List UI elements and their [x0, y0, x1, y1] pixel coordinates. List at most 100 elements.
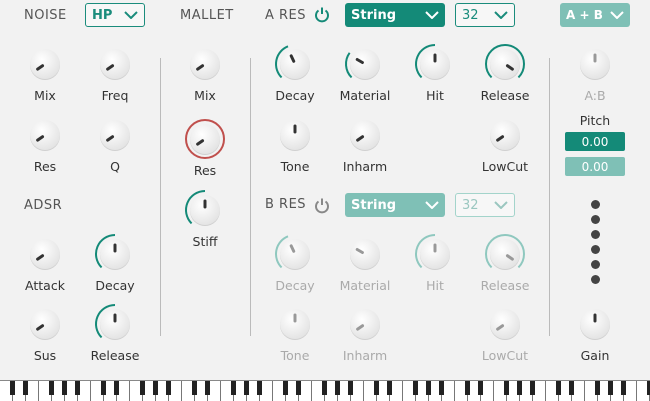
knob-dial-icon[interactable] [483, 302, 527, 346]
knob-b-decay[interactable]: Decay [265, 232, 325, 302]
black-key[interactable] [257, 381, 262, 395]
black-key[interactable] [621, 381, 626, 395]
black-key[interactable] [413, 381, 418, 395]
knob-sus[interactable]: Sus [15, 302, 75, 372]
a-res-type-select[interactable]: String [345, 3, 445, 27]
knob-b-tone[interactable]: Tone [265, 302, 325, 372]
knob-release[interactable]: Release [85, 302, 145, 372]
knob-dial-icon[interactable] [343, 232, 387, 276]
knob-dial-icon[interactable] [273, 302, 317, 346]
knob-dial-icon[interactable] [273, 113, 317, 157]
black-key[interactable] [322, 381, 327, 395]
knob-gain[interactable]: Gain [565, 302, 625, 372]
knob-dial-icon[interactable] [23, 42, 67, 86]
pitch-fine-value[interactable]: 0.00 [565, 157, 625, 176]
black-key[interactable] [504, 381, 509, 395]
knob-res[interactable]: Res [15, 113, 75, 183]
knob-dial-icon[interactable] [273, 42, 317, 86]
knob-b-material[interactable]: Material [335, 232, 395, 302]
black-key[interactable] [374, 381, 379, 395]
black-key[interactable] [75, 381, 80, 395]
knob-dial-icon[interactable] [183, 117, 227, 161]
knob-stiff[interactable]: Stiff [175, 188, 235, 258]
knob-dial-icon[interactable] [23, 232, 67, 276]
knob-dial-icon[interactable] [343, 302, 387, 346]
black-key[interactable] [23, 381, 28, 395]
knob-dial-icon[interactable] [93, 42, 137, 86]
knob-dial-icon[interactable] [483, 232, 527, 276]
b-res-voices-select[interactable]: 32 [455, 193, 515, 217]
knob-a-tone[interactable]: Tone [265, 113, 325, 183]
knob-a-material[interactable]: Material [335, 42, 395, 112]
knob-mallet-mix[interactable]: Mix [175, 42, 235, 112]
black-key[interactable] [296, 381, 301, 395]
black-key[interactable] [140, 381, 145, 395]
knob-a-hit[interactable]: Hit [405, 42, 465, 112]
knob-dial-icon[interactable] [23, 113, 67, 157]
knob-a-release[interactable]: Release [475, 42, 535, 112]
black-key[interactable] [517, 381, 522, 395]
black-key[interactable] [478, 381, 483, 395]
knob-a-lowcut[interactable]: LowCut [475, 113, 535, 183]
black-key[interactable] [49, 381, 54, 395]
knob-freq[interactable]: Freq [85, 42, 145, 112]
knob-dial-icon[interactable] [93, 113, 137, 157]
black-key[interactable] [426, 381, 431, 395]
knob-b-hit[interactable]: Hit [405, 232, 465, 302]
black-key[interactable] [595, 381, 600, 395]
black-key[interactable] [166, 381, 171, 395]
knob-dial-icon[interactable] [183, 188, 227, 232]
knob-dial-icon[interactable] [413, 232, 457, 276]
black-key[interactable] [569, 381, 574, 395]
black-key[interactable] [192, 381, 197, 395]
black-key[interactable] [101, 381, 106, 395]
black-key[interactable] [10, 381, 15, 395]
black-key[interactable] [348, 381, 353, 395]
noise-filter-type-select[interactable]: HP [85, 3, 145, 27]
knob-q[interactable]: Q [85, 113, 145, 183]
black-key[interactable] [205, 381, 210, 395]
knob-dial-icon[interactable] [343, 42, 387, 86]
black-key[interactable] [244, 381, 249, 395]
knob-dial-icon[interactable] [483, 42, 527, 86]
knob-attack[interactable]: Attack [15, 232, 75, 302]
knob-dial-icon[interactable] [483, 113, 527, 157]
knob-dial-icon[interactable] [273, 232, 317, 276]
knob-a-decay[interactable]: Decay [265, 42, 325, 112]
black-key[interactable] [608, 381, 613, 395]
black-key[interactable] [62, 381, 67, 395]
black-key[interactable] [114, 381, 119, 395]
b-res-type-select[interactable]: String [345, 193, 445, 217]
black-key[interactable] [465, 381, 470, 395]
knob-b-inharm[interactable]: Inharm [335, 302, 395, 372]
black-key[interactable] [439, 381, 444, 395]
black-key[interactable] [530, 381, 535, 395]
knob-mallet-res[interactable]: Res [175, 117, 235, 187]
knob-dial-icon[interactable] [183, 42, 227, 86]
pitch-coarse-value[interactable]: 0.00 [565, 132, 625, 151]
black-key[interactable] [231, 381, 236, 395]
knob-b-lowcut[interactable]: LowCut [475, 302, 535, 372]
knob-dial-icon[interactable] [93, 232, 137, 276]
knob-ab[interactable]: A:B [565, 42, 625, 112]
a-res-power-icon[interactable] [313, 6, 331, 24]
knob-dial-icon[interactable] [413, 42, 457, 86]
b-res-power-icon[interactable] [313, 197, 331, 215]
black-key[interactable] [153, 381, 158, 395]
piano-keyboard[interactable] [0, 380, 650, 401]
black-key[interactable] [283, 381, 288, 395]
knob-dial-icon[interactable] [573, 302, 617, 346]
knob-mix[interactable]: Mix [15, 42, 75, 112]
a-res-voices-select[interactable]: 32 [455, 3, 515, 27]
knob-dial-icon[interactable] [573, 42, 617, 86]
knob-dial-icon[interactable] [343, 113, 387, 157]
knob-dial-icon[interactable] [93, 302, 137, 346]
knob-a-inharm[interactable]: Inharm [335, 113, 395, 183]
black-key[interactable] [556, 381, 561, 395]
mode-select[interactable]: A + B [560, 3, 630, 27]
knob-decay[interactable]: Decay [85, 232, 145, 302]
knob-dial-icon[interactable] [23, 302, 67, 346]
black-key[interactable] [335, 381, 340, 395]
black-key[interactable] [387, 381, 392, 395]
knob-b-release[interactable]: Release [475, 232, 535, 302]
